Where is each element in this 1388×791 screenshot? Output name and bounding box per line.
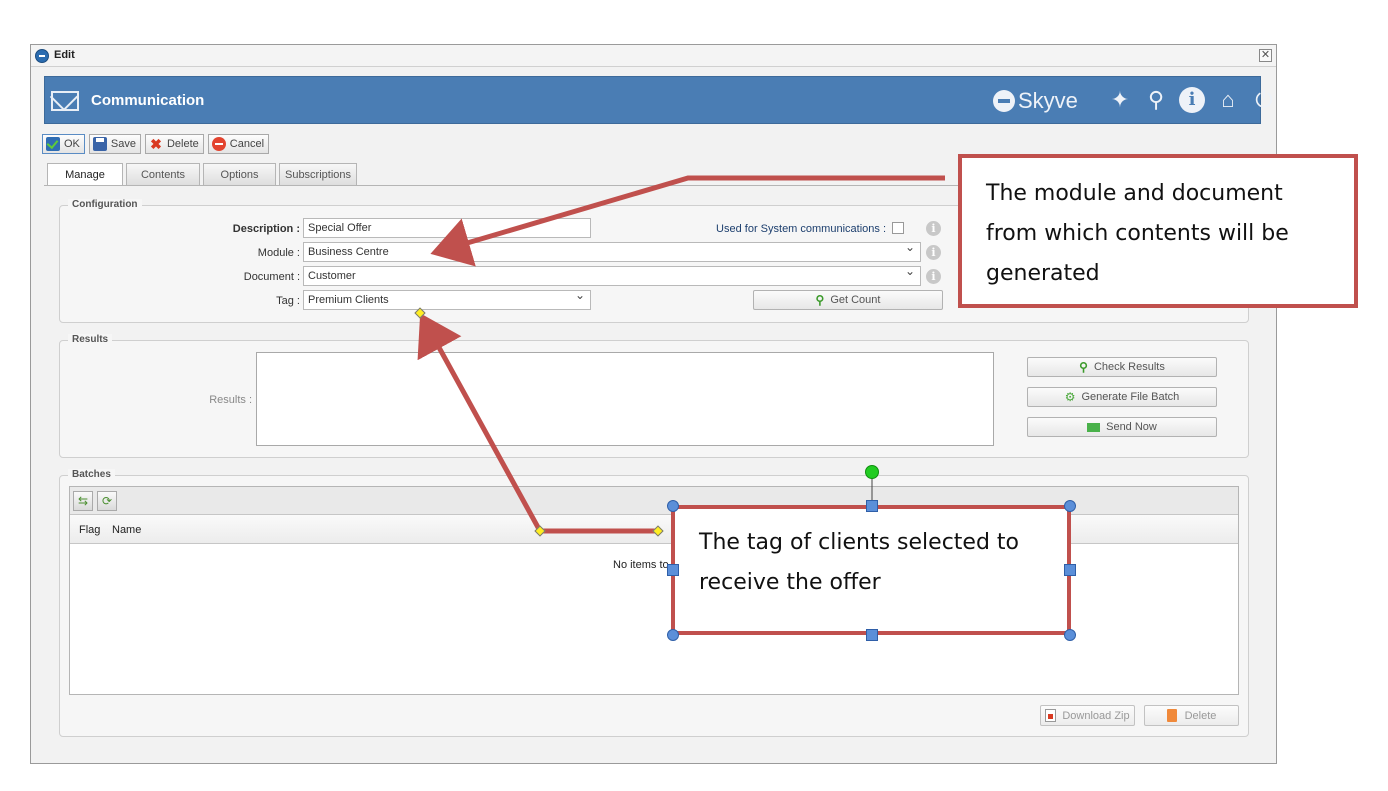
send-now-button[interactable]: Send Now bbox=[1027, 417, 1217, 437]
check-results-label: Check Results bbox=[1093, 361, 1165, 373]
delete-button[interactable]: ✖ Delete bbox=[144, 134, 204, 154]
home-icon[interactable]: ⌂ bbox=[1215, 87, 1241, 113]
resize-handle[interactable] bbox=[866, 629, 878, 641]
tab-options[interactable]: Options bbox=[203, 163, 276, 185]
info-icon[interactable]: i bbox=[926, 245, 941, 260]
tag-label: Tag : bbox=[276, 295, 300, 307]
info-icon[interactable]: i bbox=[1179, 87, 1205, 113]
tag-select[interactable]: Premium Clients bbox=[303, 288, 591, 310]
toolbar: OK Save ✖ Delete Cancel bbox=[42, 134, 270, 154]
zip-file-icon bbox=[1045, 709, 1057, 722]
get-count-label: Get Count bbox=[830, 294, 881, 306]
tab-bar: Manage Contents Options Subscriptions bbox=[47, 163, 357, 186]
gears-icon: ⚙ bbox=[1064, 390, 1076, 404]
window-titlebar: Edit ✕ bbox=[31, 45, 1276, 67]
resize-handle[interactable] bbox=[1064, 500, 1076, 512]
rotate-handle[interactable] bbox=[865, 465, 879, 479]
search-icon: ⚲ bbox=[1079, 360, 1088, 374]
search-icon[interactable]: ⚲ bbox=[1143, 87, 1169, 113]
column-name[interactable]: Name bbox=[112, 524, 141, 536]
power-icon[interactable]: ⏻ bbox=[1251, 87, 1277, 113]
batches-legend: Batches bbox=[68, 469, 115, 480]
module-select[interactable]: Business Centre bbox=[303, 240, 921, 262]
page-title: Communication bbox=[91, 92, 205, 109]
save-label: Save bbox=[110, 138, 136, 150]
resize-handle[interactable] bbox=[1064, 629, 1076, 641]
stop-icon bbox=[211, 137, 226, 151]
results-label: Results : bbox=[209, 394, 252, 406]
trash-icon bbox=[1166, 709, 1177, 722]
mail-icon bbox=[1087, 422, 1101, 432]
generate-file-batch-label: Generate File Batch bbox=[1081, 391, 1180, 403]
results-textarea[interactable] bbox=[256, 352, 994, 446]
ok-label: OK bbox=[64, 138, 80, 150]
tab-contents[interactable]: Contents bbox=[126, 163, 200, 185]
save-icon bbox=[92, 137, 107, 151]
resize-handle[interactable] bbox=[667, 500, 679, 512]
save-button[interactable]: Save bbox=[88, 134, 141, 154]
resize-handle[interactable] bbox=[667, 564, 679, 576]
description-input[interactable]: Special Offer bbox=[303, 218, 591, 238]
app-icon bbox=[35, 49, 49, 63]
tab-subscriptions[interactable]: Subscriptions bbox=[279, 163, 357, 185]
document-label: Document : bbox=[243, 271, 300, 283]
callout-module-document: The module and document from which conte… bbox=[958, 154, 1358, 308]
page-header: Communication Skyve ✦ ⚲ i ⌂ ⏻ bbox=[44, 76, 1273, 124]
column-flag[interactable]: Flag bbox=[79, 524, 100, 536]
resize-handle[interactable] bbox=[667, 629, 679, 641]
info-icon[interactable]: i bbox=[926, 269, 941, 284]
delete-icon: ✖ bbox=[150, 136, 162, 152]
callout-tag: The tag of clients selected to receive t… bbox=[671, 505, 1071, 635]
cancel-label: Cancel bbox=[229, 138, 265, 150]
batch-delete-label: Delete bbox=[1184, 709, 1217, 722]
results-legend: Results bbox=[68, 334, 113, 345]
ok-button[interactable]: OK bbox=[42, 134, 85, 154]
batch-delete-button[interactable]: Delete bbox=[1144, 705, 1239, 726]
download-zip-label: Download Zip bbox=[1062, 709, 1130, 722]
skyve-logo-icon bbox=[993, 90, 1015, 112]
envelope-icon bbox=[51, 91, 79, 111]
brand-name: Skyve bbox=[1018, 88, 1078, 113]
cancel-button[interactable]: Cancel bbox=[207, 134, 270, 154]
module-label: Module : bbox=[257, 247, 300, 259]
zoom-icon[interactable]: ⇆ bbox=[73, 491, 93, 511]
tab-manage[interactable]: Manage bbox=[47, 163, 123, 186]
send-now-label: Send Now bbox=[1106, 421, 1157, 433]
pin-icon[interactable]: ✦ bbox=[1107, 87, 1133, 113]
download-zip-button[interactable]: Download Zip bbox=[1040, 705, 1135, 726]
check-results-button[interactable]: ⚲ Check Results bbox=[1027, 357, 1217, 377]
ok-icon bbox=[46, 137, 60, 151]
resize-handle[interactable] bbox=[1064, 564, 1076, 576]
resize-handle[interactable] bbox=[866, 500, 878, 512]
search-icon: ⚲ bbox=[815, 293, 825, 307]
get-count-button[interactable]: ⚲ Get Count bbox=[753, 290, 943, 310]
system-communications-checkbox[interactable] bbox=[892, 222, 904, 234]
refresh-icon[interactable]: ⟳ bbox=[97, 491, 117, 511]
grid-empty-message: No items to bbox=[613, 559, 669, 571]
document-select[interactable]: Customer bbox=[303, 264, 921, 286]
generate-file-batch-button[interactable]: ⚙ Generate File Batch bbox=[1027, 387, 1217, 407]
info-icon[interactable]: i bbox=[926, 221, 941, 236]
brand-logo: Skyve bbox=[993, 88, 1078, 114]
close-icon[interactable]: ✕ bbox=[1259, 49, 1272, 62]
configuration-legend: Configuration bbox=[68, 199, 142, 210]
delete-label: Delete bbox=[166, 138, 199, 150]
system-communications-label: Used for System communications : bbox=[716, 223, 886, 235]
window-title: Edit bbox=[54, 49, 75, 61]
description-label: Description : bbox=[232, 223, 300, 235]
header-icons: ✦ ⚲ i ⌂ ⏻ bbox=[1107, 87, 1277, 113]
